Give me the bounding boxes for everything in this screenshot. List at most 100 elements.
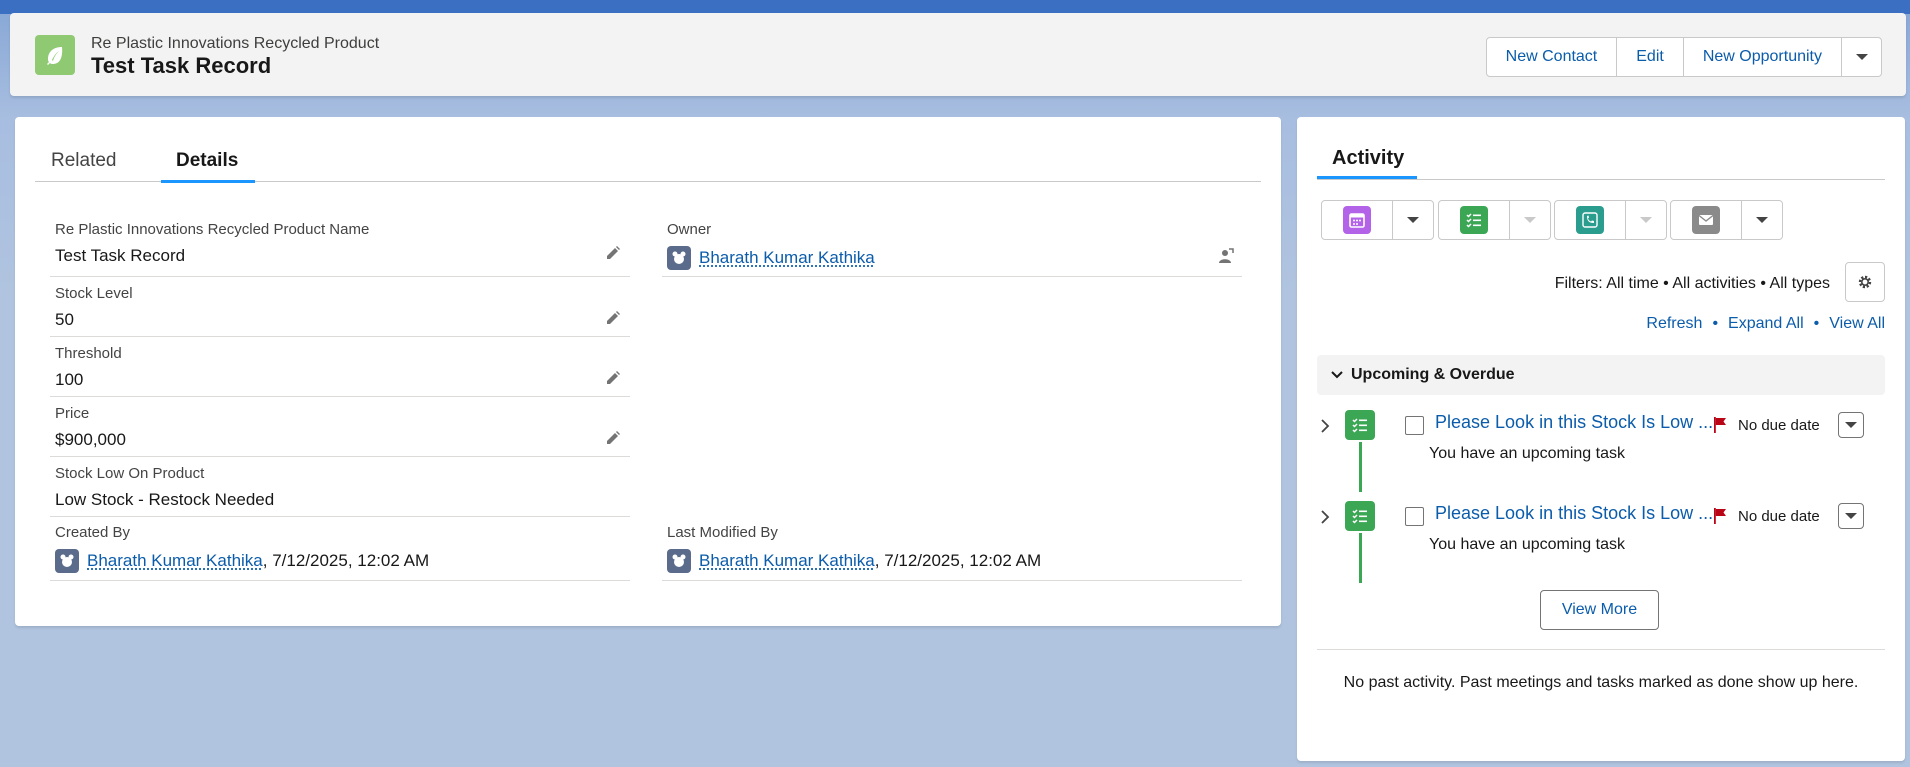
chevron-down-icon <box>1845 513 1857 519</box>
email-button[interactable] <box>1671 201 1742 239</box>
expand-all-link[interactable]: Expand All <box>1728 315 1804 333</box>
gear-icon <box>1858 275 1872 289</box>
edit-pencil-icon[interactable] <box>604 429 622 447</box>
field-label: Stock Level <box>55 285 133 302</box>
view-more-button[interactable]: View More <box>1540 590 1659 630</box>
user-avatar-icon <box>667 246 691 270</box>
flag-icon <box>1712 416 1728 434</box>
new-event-button[interactable] <box>1322 201 1393 239</box>
edit-pencil-icon[interactable] <box>604 309 622 327</box>
task-actions-button[interactable] <box>1838 503 1864 529</box>
chevron-right-icon[interactable] <box>1317 509 1333 525</box>
record-header: Re Plastic Innovations Recycled Product … <box>10 13 1906 96</box>
task-complete-checkbox[interactable] <box>1405 416 1424 435</box>
field-threshold: Threshold 100 <box>50 337 630 397</box>
phone-icon <box>1576 206 1604 234</box>
created-date: , 7/12/2025, 12:02 AM <box>262 551 430 570</box>
refresh-link[interactable]: Refresh <box>1646 315 1702 333</box>
flag-icon <box>1712 507 1728 525</box>
leaf-icon <box>35 35 75 75</box>
section-label: Upcoming & Overdue <box>1351 366 1515 383</box>
record-tabs: Related Details <box>35 137 1261 183</box>
chevron-down-icon <box>1855 54 1868 60</box>
task-title-link[interactable]: Please Look in this Stock Is Low ... <box>1435 503 1713 524</box>
user-avatar-icon <box>667 549 691 573</box>
chevron-down-icon <box>1331 371 1343 379</box>
field-value: 100 <box>55 370 84 389</box>
separator-dot: • <box>1813 315 1820 332</box>
active-tab-indicator <box>161 180 255 183</box>
edit-pencil-icon[interactable] <box>604 369 622 387</box>
activity-links: Refresh • Expand All • View All <box>1646 315 1885 333</box>
field-name: Re Plastic Innovations Recycled Product … <box>50 217 630 277</box>
record-title: Test Task Record <box>91 53 272 78</box>
chevron-down-icon <box>1407 217 1419 223</box>
new-task-button[interactable] <box>1439 201 1510 239</box>
modified-by-link[interactable]: Bharath Kumar Kathika <box>699 551 875 571</box>
task-complete-checkbox[interactable] <box>1405 507 1424 526</box>
tab-related[interactable]: Related <box>51 150 117 172</box>
field-label: Price <box>55 405 90 422</box>
chevron-down-icon <box>1640 217 1652 223</box>
new-opportunity-button[interactable]: New Opportunity <box>1683 37 1842 77</box>
field-last-modified-by: Last Modified By Bharath Kumar Kathika ,… <box>662 517 1242 581</box>
task-title-link[interactable]: Please Look in this Stock Is Low ... <box>1435 412 1713 433</box>
task-dropdown-button[interactable] <box>1510 201 1550 239</box>
field-label: Created By <box>55 524 131 541</box>
field-label: Owner <box>667 221 712 238</box>
chevron-right-icon[interactable] <box>1317 418 1333 434</box>
field-price: Price $900,000 <box>50 397 630 457</box>
task-subtitle: You have an upcoming task <box>1429 445 1625 462</box>
new-contact-button[interactable]: New Contact <box>1485 37 1618 77</box>
owner-link[interactable]: Bharath Kumar Kathika <box>699 248 875 268</box>
past-activity-message: No past activity. Past meetings and task… <box>1343 674 1859 691</box>
tab-details[interactable]: Details <box>176 150 238 172</box>
field-label: Last Modified By <box>667 524 778 541</box>
chevron-down-icon <box>1756 217 1768 223</box>
field-stock-level: Stock Level 50 <box>50 277 630 337</box>
email-dropdown-button[interactable] <box>1742 201 1782 239</box>
task-subtitle: You have an upcoming task <box>1429 536 1625 553</box>
more-actions-button[interactable] <box>1842 37 1882 77</box>
calendar-icon <box>1343 206 1371 234</box>
new-task-button-group <box>1438 200 1551 240</box>
task-list-icon <box>1345 501 1375 531</box>
email-button-group <box>1670 200 1783 240</box>
task-actions-button[interactable] <box>1838 412 1864 438</box>
chevron-down-icon <box>1524 217 1536 223</box>
divider <box>1317 649 1885 650</box>
email-icon <box>1692 206 1720 234</box>
edit-button[interactable]: Edit <box>1617 37 1684 77</box>
field-label: Re Plastic Innovations Recycled Product … <box>55 221 370 238</box>
edit-pencil-icon[interactable] <box>604 244 622 262</box>
filters-summary: Filters: All time • All activities • All… <box>1554 275 1830 292</box>
filter-settings-button[interactable] <box>1845 262 1885 302</box>
log-call-button[interactable] <box>1555 201 1626 239</box>
field-stock-low: Stock Low On Product Low Stock - Restock… <box>50 457 630 517</box>
created-by-link[interactable]: Bharath Kumar Kathika <box>87 551 263 571</box>
field-label: Threshold <box>55 345 122 362</box>
timeline-line <box>1359 442 1362 492</box>
field-created-by: Created By Bharath Kumar Kathika , 7/12/… <box>50 517 630 581</box>
due-date-label: No due date <box>1738 508 1820 525</box>
change-owner-icon[interactable] <box>1216 247 1234 265</box>
view-all-link[interactable]: View All <box>1829 315 1885 333</box>
divider <box>1317 179 1885 180</box>
user-avatar-icon <box>55 549 79 573</box>
new-event-button-group <box>1321 200 1434 240</box>
field-value: 50 <box>55 310 74 329</box>
task-list-icon <box>1460 206 1488 234</box>
event-dropdown-button[interactable] <box>1393 201 1433 239</box>
call-dropdown-button[interactable] <box>1626 201 1666 239</box>
object-type-label: Re Plastic Innovations Recycled Product <box>91 35 380 52</box>
header-actions: New Contact Edit New Opportunity <box>1485 37 1882 77</box>
field-label: Stock Low On Product <box>55 465 205 482</box>
modified-date: , 7/12/2025, 12:02 AM <box>874 551 1042 570</box>
upcoming-overdue-section[interactable]: Upcoming & Overdue <box>1317 355 1885 395</box>
activity-tab[interactable]: Activity <box>1332 147 1404 170</box>
field-value: Test Task Record <box>55 246 186 265</box>
due-date-label: No due date <box>1738 417 1820 434</box>
timeline-line <box>1359 533 1362 583</box>
field-owner: Owner Bharath Kumar Kathika <box>662 217 1242 277</box>
activity-card: Activity Filters: All time • All activit… <box>1297 117 1905 761</box>
